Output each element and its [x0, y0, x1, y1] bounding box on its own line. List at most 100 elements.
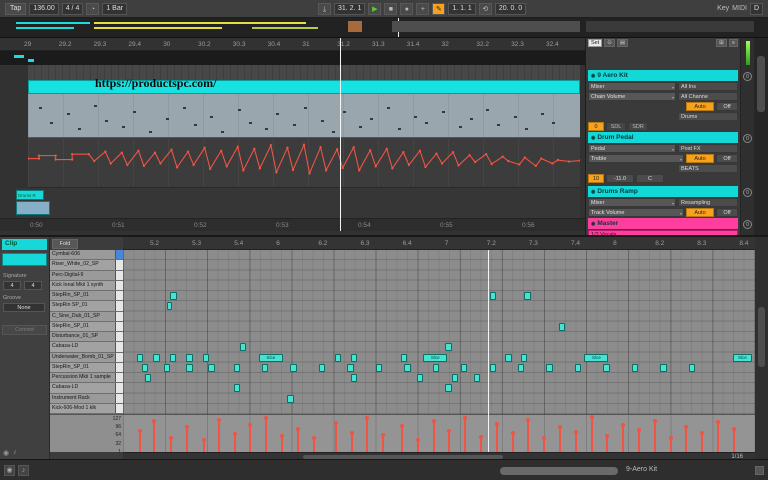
- velocity-stem[interactable]: [153, 422, 155, 452]
- groove-selector[interactable]: None: [3, 303, 45, 312]
- track-panel-scrollbar[interactable]: [754, 38, 768, 235]
- midi-note[interactable]: [445, 343, 451, 351]
- midi-note[interactable]: Slce: [584, 354, 608, 362]
- velocity-stem[interactable]: [606, 437, 608, 452]
- stop-button[interactable]: ■: [384, 3, 397, 15]
- midi-note[interactable]: [524, 292, 530, 300]
- midi-note[interactable]: [234, 364, 240, 372]
- velocity-stem[interactable]: [575, 433, 577, 452]
- track-preview-box[interactable]: [115, 322, 123, 331]
- track-activity-icon[interactable]: ◉: [591, 221, 595, 227]
- midi-note[interactable]: [404, 364, 410, 372]
- io-selector[interactable]: Drums: [678, 112, 738, 121]
- monitor-auto-button[interactable]: Auto: [686, 102, 714, 111]
- midi-note[interactable]: [401, 354, 407, 362]
- velocity-stem[interactable]: [366, 419, 368, 452]
- track-preview-box[interactable]: [115, 383, 123, 392]
- editor-scrollbar[interactable]: [755, 237, 768, 461]
- midi-note[interactable]: [137, 354, 143, 362]
- device-dropdown[interactable]: Track Volume: [588, 208, 684, 217]
- midi-note[interactable]: [660, 364, 666, 372]
- track-list-row[interactable]: Perc-Digital-9: [50, 271, 123, 281]
- velocity-stem[interactable]: [448, 432, 450, 452]
- loop-length-field[interactable]: 20. 0. 0: [495, 3, 526, 15]
- fold-button[interactable]: Fold: [52, 239, 78, 249]
- track-preview-box[interactable]: [115, 342, 123, 351]
- volume-value[interactable]: 10: [588, 174, 604, 183]
- velocity-stem[interactable]: [170, 439, 172, 452]
- device-dropdown[interactable]: Chain Volume: [588, 92, 676, 101]
- track-list-row[interactable]: Riser_White_02_SP: [50, 260, 123, 270]
- midi-note[interactable]: [689, 364, 695, 372]
- velocity-stem[interactable]: [654, 422, 656, 452]
- midi-note[interactable]: [347, 364, 353, 372]
- velocity-stem[interactable]: [281, 437, 283, 452]
- quantize-menu[interactable]: 1 Bar: [102, 3, 127, 15]
- monitor-auto-button[interactable]: Auto: [686, 154, 714, 163]
- device-dropdown[interactable]: Pedal: [588, 144, 676, 153]
- send-value[interactable]: SDR: [628, 122, 648, 131]
- track-list-row[interactable]: StepRin SP_01: [50, 301, 123, 311]
- midi-map-button[interactable]: MIDI: [732, 5, 747, 12]
- midi-note[interactable]: [240, 343, 246, 351]
- midi-note[interactable]: [417, 374, 423, 382]
- io-selector[interactable]: BEATS: [678, 164, 738, 173]
- midi-note[interactable]: [335, 354, 341, 362]
- midi-note[interactable]: [167, 302, 172, 310]
- editor-ruler[interactable]: 5.25.35.466.26.36.477.27.37.488.28.38.4: [123, 237, 755, 250]
- status-scrollbar-handle[interactable]: [500, 467, 618, 475]
- arrangement-ruler[interactable]: 2929.229.329.43030.230.330.43131.231.331…: [0, 38, 585, 51]
- midi-note[interactable]: [474, 374, 480, 382]
- track-preview-box[interactable]: [115, 312, 123, 321]
- velocity-stem[interactable]: [717, 423, 719, 452]
- track-list-row[interactable]: StepRin_SP_01: [50, 363, 123, 373]
- velocity-stem[interactable]: [417, 441, 419, 452]
- midi-note[interactable]: [170, 292, 176, 300]
- monitor-off-button[interactable]: Off: [716, 208, 738, 217]
- commit-button[interactable]: Commit: [2, 325, 47, 335]
- track-header[interactable]: ◉Master: [588, 218, 738, 229]
- midi-note[interactable]: [145, 374, 151, 382]
- velocity-stem[interactable]: [382, 436, 384, 452]
- device-dropdown[interactable]: Treble: [588, 154, 684, 163]
- io-selector[interactable]: All Channe: [678, 92, 738, 101]
- velocity-stem[interactable]: [203, 441, 205, 452]
- track-activity-icon[interactable]: ◉: [591, 135, 595, 141]
- midi-note[interactable]: [319, 364, 325, 372]
- velocity-stem[interactable]: [218, 421, 220, 452]
- velocity-stem[interactable]: [670, 439, 672, 452]
- track-list-row[interactable]: Cabasa-LD: [50, 342, 123, 352]
- io-selector[interactable]: Post FX: [678, 144, 738, 153]
- automation-lane[interactable]: [28, 138, 580, 188]
- signature-numerator[interactable]: 4: [3, 281, 21, 290]
- send-value[interactable]: SDL: [606, 122, 626, 131]
- monitor-auto-button[interactable]: Auto: [686, 208, 714, 217]
- device-dropdown[interactable]: Mixer: [588, 82, 676, 91]
- follow-icon[interactable]: ⤓: [318, 3, 331, 15]
- resize-corner[interactable]: [755, 466, 764, 475]
- midi-note[interactable]: Slce: [423, 354, 447, 362]
- velocity-stem[interactable]: [733, 430, 735, 452]
- midi-note[interactable]: [505, 354, 511, 362]
- monitor-off-button[interactable]: Off: [716, 102, 738, 111]
- velocity-stem[interactable]: [464, 419, 466, 452]
- velocity-stem[interactable]: [701, 434, 703, 453]
- track-preview-box[interactable]: [115, 363, 123, 372]
- param-value[interactable]: C: [636, 174, 664, 183]
- velocity-stem[interactable]: [685, 428, 687, 452]
- draw-mode-button[interactable]: ✎: [432, 3, 445, 15]
- velocity-stem[interactable]: [527, 421, 529, 452]
- loop-toggle-icon[interactable]: ◉: [3, 449, 9, 457]
- velocity-stem[interactable]: [496, 425, 498, 452]
- midi-note[interactable]: [287, 395, 293, 403]
- midi-note[interactable]: [208, 364, 214, 372]
- track-header[interactable]: ◉9 Aero Kit: [588, 70, 738, 81]
- track-list-row[interactable]: C_Sine_Dub_01_SP: [50, 312, 123, 322]
- track-activity-icon[interactable]: ◉: [591, 189, 595, 195]
- overdub-button[interactable]: +: [416, 3, 429, 15]
- arrangement-overview[interactable]: [0, 18, 768, 38]
- midi-note[interactable]: [170, 354, 176, 362]
- midi-note[interactable]: [521, 354, 527, 362]
- midi-note[interactable]: Slce: [259, 354, 283, 362]
- midi-note[interactable]: [153, 354, 159, 362]
